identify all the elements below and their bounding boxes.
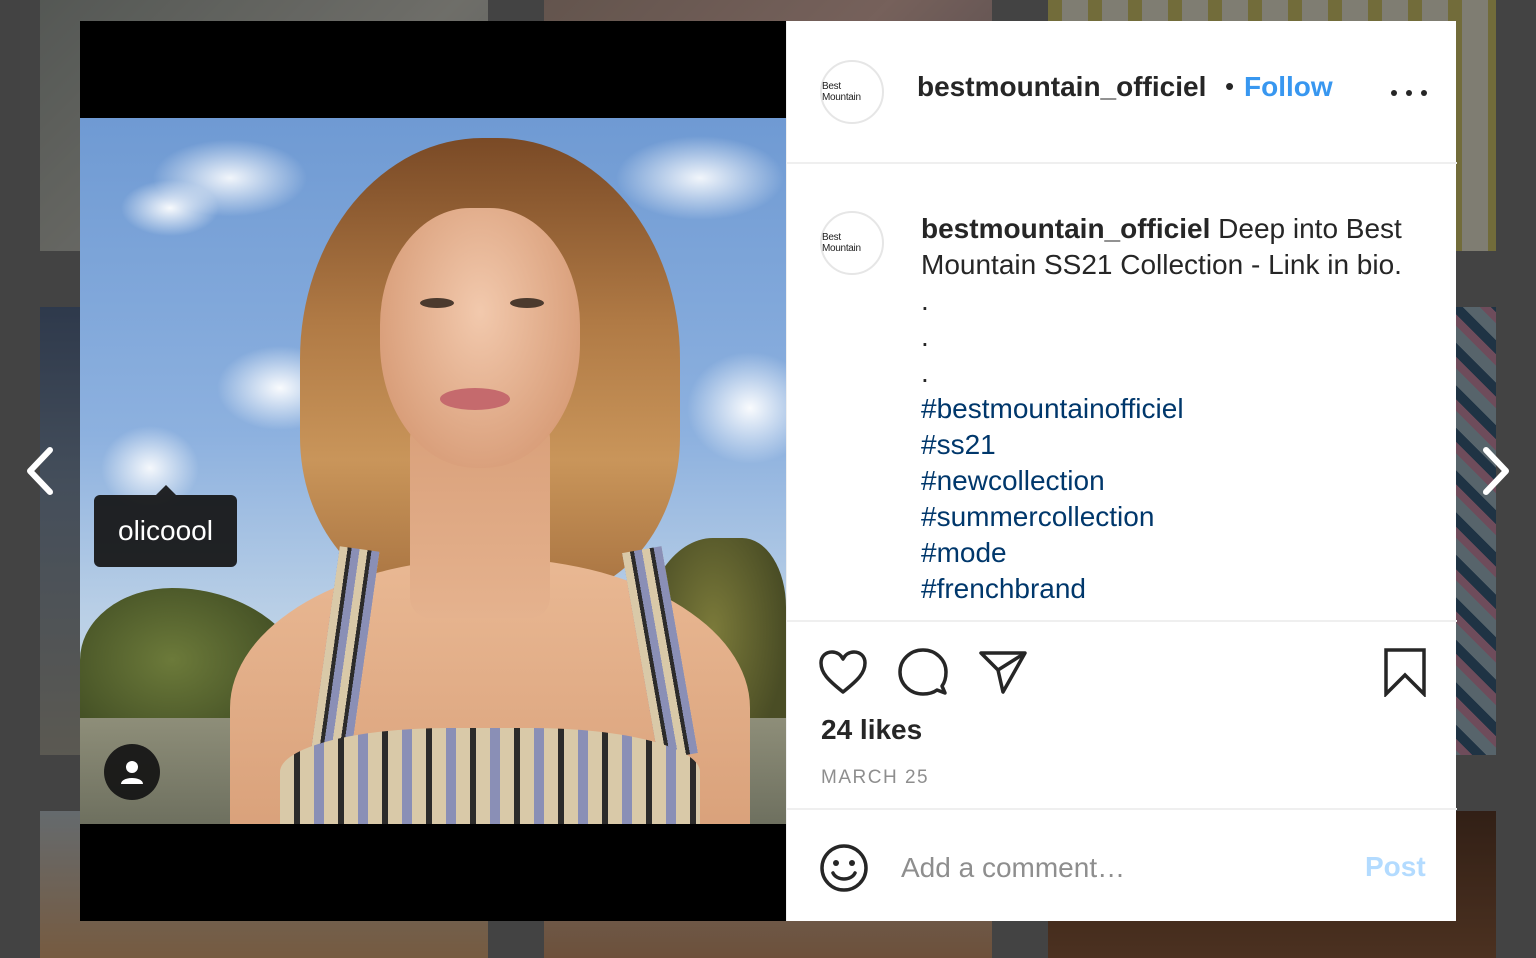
post-header: Best Mountain bestmountain_officiel • Fo… — [787, 21, 1457, 164]
post-modal: olicoool Best Mountain bestmountain_offi… — [80, 21, 1457, 921]
chevron-right-icon — [1483, 447, 1509, 495]
share-button[interactable] — [977, 646, 1029, 698]
likes-count[interactable]: 24 likes — [821, 714, 922, 746]
post-media: olicoool — [80, 21, 786, 921]
account-username[interactable]: bestmountain_officiel — [917, 71, 1206, 103]
caption-avatar[interactable]: Best Mountain — [820, 211, 884, 275]
comment-button[interactable] — [897, 646, 949, 698]
caption-username[interactable]: bestmountain_officiel — [921, 213, 1210, 244]
caption-dot: . — [921, 285, 929, 316]
previous-post-button[interactable] — [24, 446, 56, 496]
speech-bubble-icon — [898, 648, 948, 696]
chevron-left-icon — [27, 447, 53, 495]
caption-dot: . — [921, 321, 929, 352]
post-comment-button[interactable]: Post — [1365, 851, 1426, 883]
caption-text: Deep into Best — [1218, 213, 1402, 244]
caption-area[interactable]: Best Mountain bestmountain_officiel Deep… — [787, 166, 1457, 620]
heart-icon — [819, 650, 867, 694]
post-photo[interactable] — [80, 118, 786, 824]
post-date[interactable]: MARCH 25 — [821, 767, 929, 789]
more-options-icon[interactable] — [1391, 81, 1427, 105]
hashtag-link[interactable]: #summercollection — [921, 499, 1431, 535]
post-side-panel: Best Mountain bestmountain_officiel • Fo… — [786, 21, 1457, 921]
post-actions: 24 likes MARCH 25 — [787, 620, 1457, 810]
account-avatar[interactable]: Best Mountain — [820, 60, 884, 124]
like-button[interactable] — [817, 646, 869, 698]
next-post-button[interactable] — [1480, 446, 1512, 496]
comment-input[interactable] — [901, 841, 1341, 895]
hashtag-link[interactable]: #frenchbrand — [921, 571, 1431, 607]
bookmark-icon — [1384, 648, 1426, 697]
caption-text: Mountain SS21 Collection - Link in bio. — [921, 249, 1402, 280]
paper-plane-icon — [979, 651, 1027, 694]
smiley-icon — [820, 844, 868, 892]
save-button[interactable] — [1379, 646, 1431, 698]
hashtag-link[interactable]: #newcollection — [921, 463, 1431, 499]
tagged-username: olicoool — [118, 515, 213, 546]
hashtag-link[interactable]: #bestmountainofficiel — [921, 391, 1431, 427]
post-caption: bestmountain_officiel Deep into Best Mou… — [921, 211, 1431, 607]
tagged-user-tooltip[interactable]: olicoool — [94, 485, 237, 567]
follow-button[interactable]: Follow — [1244, 71, 1333, 103]
emoji-button[interactable] — [819, 843, 869, 893]
caption-dot: . — [921, 357, 929, 388]
avatar-logo-text: Best Mountain — [822, 232, 861, 254]
show-tags-button[interactable] — [104, 744, 160, 800]
hashtag-link[interactable]: #ss21 — [921, 427, 1431, 463]
separator-dot: • — [1225, 71, 1235, 101]
comment-bar: Post — [787, 811, 1457, 921]
avatar-logo-text: Best Mountain — [822, 81, 861, 103]
hashtag-link[interactable]: #mode — [921, 535, 1431, 571]
person-icon — [121, 761, 143, 784]
